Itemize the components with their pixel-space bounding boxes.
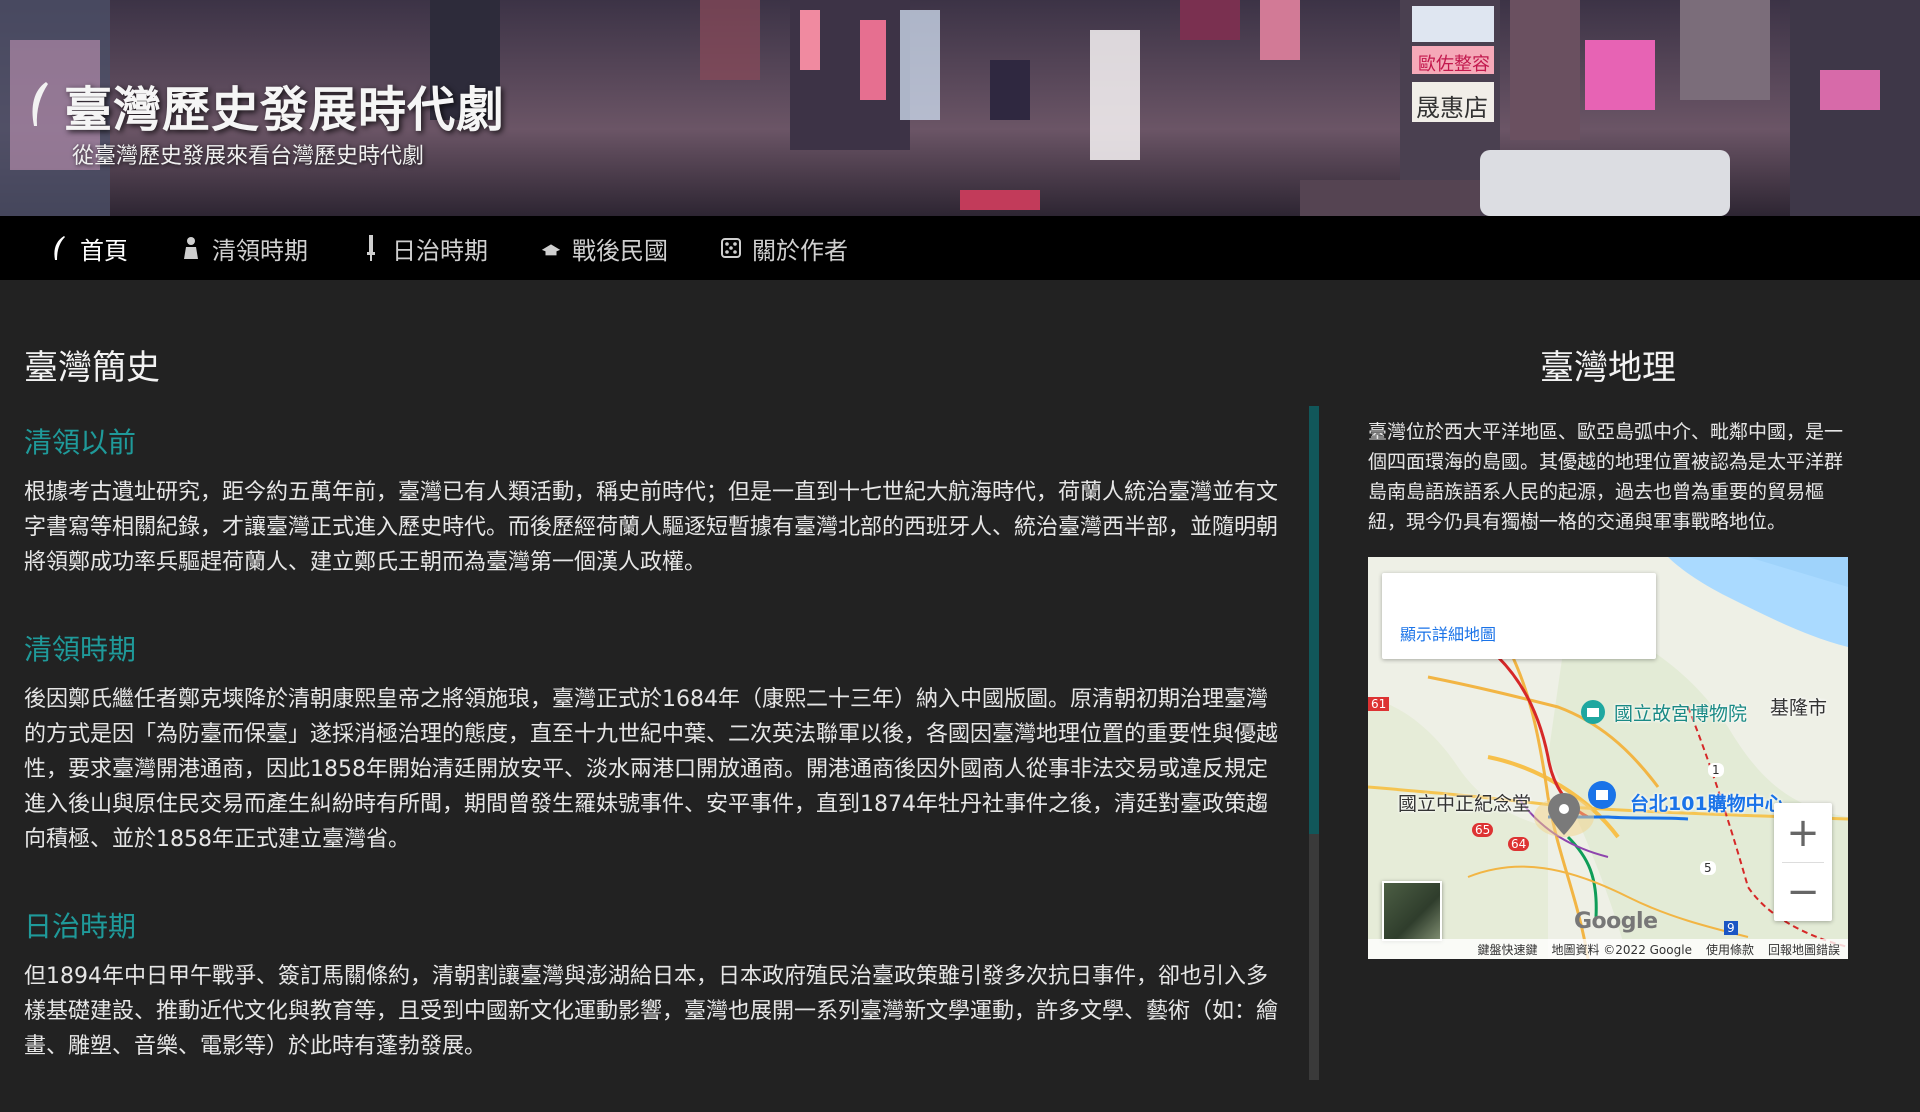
report-error-link[interactable]: 回報地圖錯誤 bbox=[1768, 941, 1840, 958]
google-logo: Google bbox=[1574, 909, 1658, 934]
road-number: 1 bbox=[1708, 763, 1724, 777]
section-pre-qing: 清領以前 根據考古遺址研究，距今約五萬年前，臺灣已有人類活動，稱史前時代；但是一… bbox=[24, 421, 1286, 580]
section-body: 但1894年中日甲午戰爭、簽訂馬關條約，清朝割讓臺灣與澎湖給日本，日本政府殖民治… bbox=[24, 964, 1279, 1059]
satellite-layer-toggle[interactable] bbox=[1382, 881, 1442, 941]
sword-icon bbox=[360, 235, 382, 261]
zoom-divider bbox=[1782, 862, 1824, 863]
section-body: 後因鄭氏繼任者鄭克塽降於清朝康熙皇帝之將領施琅，臺灣正式於1684年（康熙二十三… bbox=[24, 687, 1279, 852]
section-japanese: 日治時期 但1894年中日甲午戰爭、簽訂馬關條約，清朝割讓臺灣與澎湖給日本，日本… bbox=[24, 905, 1286, 1064]
keyboard-shortcuts-link[interactable]: 鍵盤快速鍵 bbox=[1477, 941, 1537, 958]
nav-item-japanese[interactable]: 日治時期 bbox=[360, 231, 488, 266]
zoom-out-button[interactable]: − bbox=[1774, 862, 1832, 921]
nav-item-about[interactable]: 關於作者 bbox=[720, 231, 848, 266]
section-title: 清領以前 bbox=[24, 426, 137, 459]
nav-item-label: 關於作者 bbox=[752, 236, 848, 265]
road-number: 61 bbox=[1368, 697, 1390, 711]
nav-item-label: 清領時期 bbox=[212, 236, 308, 265]
view-larger-map-link[interactable]: 顯示詳細地圖 bbox=[1400, 621, 1496, 645]
map-label-palace-museum[interactable]: 國立故宮博物院 bbox=[1614, 699, 1747, 726]
road-number: 5 bbox=[1700, 861, 1716, 875]
sidebar-title: 臺灣地理 bbox=[1540, 348, 1676, 388]
road-number: 9 bbox=[1724, 921, 1738, 935]
sidebar-geography: 臺灣地理 臺灣位於西大平洋地區、歐亞島弧中介、毗鄰中國，是一個四面環海的島國。其… bbox=[1368, 340, 1848, 959]
content-scrollbar[interactable] bbox=[1309, 406, 1319, 1080]
figure-icon bbox=[180, 235, 202, 261]
page-title: 臺灣簡史 bbox=[24, 348, 160, 388]
hat-icon bbox=[540, 235, 562, 261]
nav-item-label: 首頁 bbox=[80, 236, 128, 265]
site-title: 臺灣歷史發展時代劇 bbox=[64, 82, 506, 138]
map-zoom-control: + − bbox=[1774, 803, 1832, 921]
google-map[interactable]: 國立故宮博物院 基隆市 國立中正紀念堂 台北101購物中心 61 1 65 64… bbox=[1368, 557, 1848, 959]
sidebar-body: 臺灣位於西大平洋地區、歐亞島弧中介、毗鄰中國，是一個四面環海的島國。其優越的地理… bbox=[1368, 421, 1844, 533]
scrollbar-thumb[interactable] bbox=[1309, 406, 1319, 834]
zoom-in-button[interactable]: + bbox=[1774, 803, 1832, 862]
map-label-taipei101[interactable]: 台北101購物中心 bbox=[1630, 789, 1784, 816]
terms-link[interactable]: 使用條款 bbox=[1706, 941, 1754, 958]
dice-icon bbox=[720, 235, 742, 261]
map-data-credit: 地圖資料 ©2022 Google bbox=[1551, 942, 1692, 957]
main-nav: 首頁 清領時期 日治時期 戰後民國 關於作者 bbox=[0, 216, 1920, 280]
map-label-keelung[interactable]: 基隆市 bbox=[1770, 693, 1827, 720]
section-qing: 清領時期 後因鄭氏繼任者鄭克塽降於清朝康熙皇帝之將領施琅，臺灣正式於1684年（… bbox=[24, 628, 1286, 857]
sign-text-2: 晟惠店 bbox=[1416, 94, 1488, 122]
feather-icon bbox=[32, 82, 48, 126]
map-attribution-bar: 鍵盤快速鍵 地圖資料 ©2022 Google 使用條款 回報地圖錯誤 bbox=[1368, 939, 1848, 959]
map-label-cks-memorial[interactable]: 國立中正紀念堂 bbox=[1398, 789, 1531, 816]
nav-item-label: 日治時期 bbox=[392, 236, 488, 265]
main-content: 臺灣簡史 清領以前 根據考古遺址研究，距今約五萬年前，臺灣已有人類活動，稱史前時… bbox=[24, 340, 1286, 1112]
nav-item-qing[interactable]: 清領時期 bbox=[180, 231, 308, 266]
section-body: 根據考古遺址研究，距今約五萬年前，臺灣已有人類活動，稱史前時代；但是一直到十七世… bbox=[24, 480, 1279, 575]
road-number: 64 bbox=[1508, 837, 1530, 851]
section-title: 清領時期 bbox=[24, 633, 137, 666]
nav-item-home[interactable]: 首頁 bbox=[48, 231, 128, 266]
site-brand[interactable]: 臺灣歷史發展時代劇 bbox=[28, 70, 505, 140]
site-subtitle: 從臺灣歷史發展來看台灣歷史時代劇 bbox=[72, 144, 425, 169]
nav-item-postwar[interactable]: 戰後民國 bbox=[540, 231, 668, 266]
map-info-card: 顯示詳細地圖 bbox=[1382, 573, 1656, 659]
hero-banner: 歐佐整容 晟惠店 臺灣歷史發展時代劇 從臺灣歷史發展來看台灣歷史時代劇 bbox=[0, 0, 1920, 216]
section-title: 日治時期 bbox=[24, 910, 137, 943]
sign-text-1: 歐佐整容 bbox=[1418, 54, 1490, 75]
road-number: 65 bbox=[1472, 823, 1494, 837]
nav-item-label: 戰後民國 bbox=[572, 236, 668, 265]
feather-icon bbox=[48, 235, 70, 261]
